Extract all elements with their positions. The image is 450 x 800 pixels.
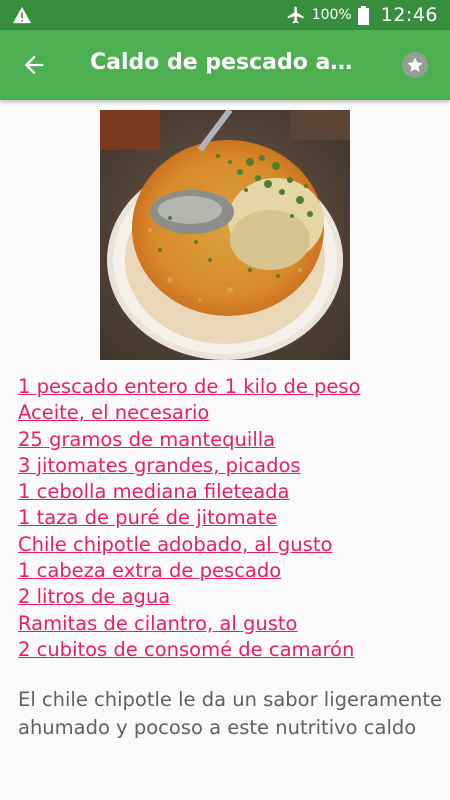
ingredient-link[interactable]: 25 gramos de mantequilla [18,428,275,451]
recipe-description: El chile chipotle le da un sabor ligeram… [18,688,442,739]
list-item: Ramitas de cilantro, al gusto [18,611,438,637]
ingredient-link[interactable]: 1 cebolla mediana fileteada [18,480,289,503]
favorite-star-icon[interactable] [402,52,428,78]
clock: 12:46 [380,4,438,26]
ingredient-list: 1 pescado entero de 1 kilo de peso Aceit… [18,374,438,663]
list-item: 25 gramos de mantequilla [18,427,438,453]
list-item: 1 pescado entero de 1 kilo de peso [18,374,438,400]
ingredient-link[interactable]: 1 pescado entero de 1 kilo de peso [18,375,361,398]
ingredient-link[interactable]: Chile chipotle adobado, al gusto [18,533,332,556]
airplane-icon [287,6,304,24]
battery-icon [357,5,369,25]
page-title: Caldo de pescado a la… [90,50,360,75]
list-item: 3 jitomates grandes, picados [18,453,438,479]
status-bar: 100% 12:46 [0,0,450,30]
ingredient-link[interactable]: 1 taza de puré de jitomate [18,506,277,529]
list-item: 1 cebolla mediana fileteada [18,479,438,505]
warning-icon [13,6,31,24]
ingredient-link[interactable]: 2 litros de agua [18,585,170,608]
ingredient-link[interactable]: Aceite, el necesario [18,401,209,424]
status-icons: 100% 12:46 [286,0,438,30]
list-item: 2 cubitos de consomé de camarón [18,637,438,663]
ingredient-link[interactable]: Ramitas de cilantro, al gusto [18,612,297,635]
list-item: 1 taza de puré de jitomate [18,505,438,531]
list-item: Aceite, el necesario [18,400,438,426]
battery-percentage: 100% [311,7,352,23]
list-item: 1 cabeza extra de pescado [18,558,438,584]
back-arrow-icon[interactable] [20,51,48,79]
list-item: 2 litros de agua [18,584,438,610]
list-item: Chile chipotle adobado, al gusto [18,532,438,558]
ingredient-link[interactable]: 3 jitomates grandes, picados [18,454,301,477]
recipe-photo [100,110,350,360]
app-bar: Caldo de pescado a la… [0,30,450,100]
ingredient-link[interactable]: 2 cubitos de consomé de camarón [18,638,354,661]
ingredient-link[interactable]: 1 cabeza extra de pescado [18,559,281,582]
